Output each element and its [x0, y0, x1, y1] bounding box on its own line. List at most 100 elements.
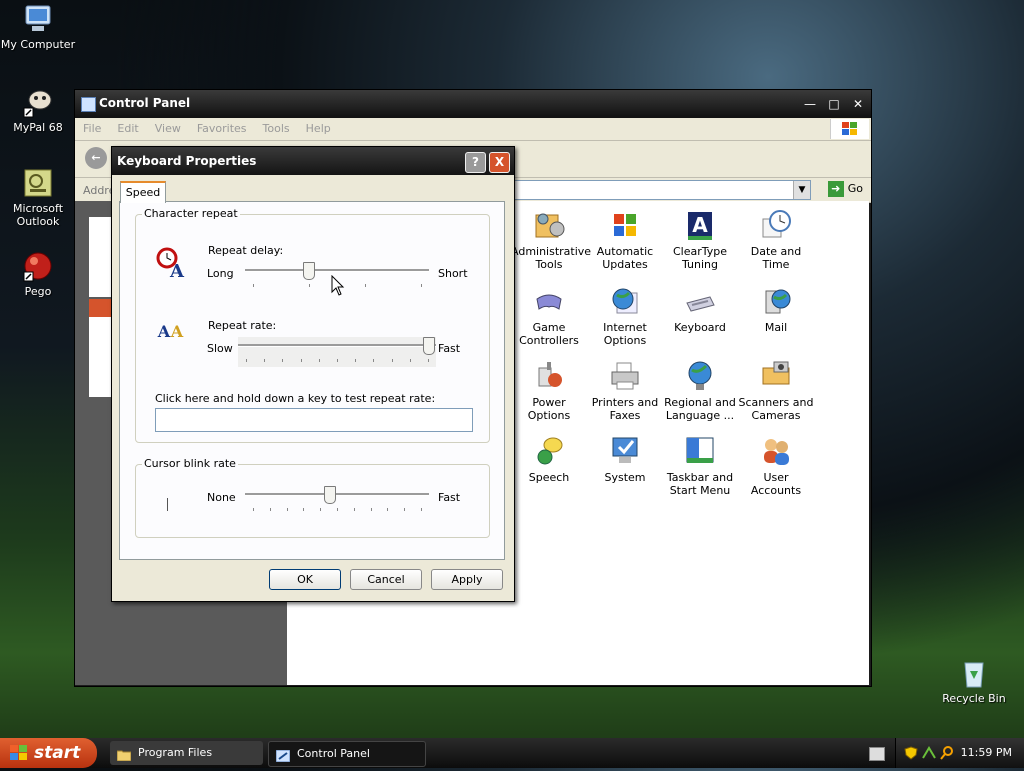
cursor-blink-slider[interactable]: [245, 486, 429, 516]
slider-tick: [355, 359, 357, 362]
svg-text:A: A: [170, 322, 184, 341]
menu-favorites[interactable]: Favorites: [189, 118, 255, 135]
menu-file[interactable]: File: [75, 118, 109, 135]
group-label: Cursor blink rate: [142, 457, 238, 470]
menu-tools[interactable]: Tools: [255, 118, 298, 135]
slider-tick: [282, 359, 284, 362]
svg-text:A: A: [169, 261, 185, 279]
cp-item-date-time[interactable]: Date and Time: [738, 209, 814, 271]
chevron-down-icon[interactable]: ▼: [793, 181, 810, 199]
dialog-title: Keyboard Properties: [117, 154, 257, 168]
cp-item-regional-language[interactable]: Regional and Language ...: [662, 360, 738, 422]
mypal-icon: [22, 86, 54, 118]
menu-view[interactable]: View: [147, 118, 189, 135]
cp-item-system[interactable]: System: [587, 435, 663, 484]
mail-icon: [760, 285, 792, 317]
slider-tick: [309, 284, 310, 287]
cp-item-printers-faxes[interactable]: Printers and Faxes: [587, 360, 663, 422]
cursor-blink-min-label: None: [207, 491, 236, 504]
cp-item-game-controllers[interactable]: Game Controllers: [511, 285, 587, 347]
desktop-icon-outlook[interactable]: Microsoft Outlook: [0, 167, 76, 228]
regional-globe-icon: [684, 360, 716, 392]
cp-item-automatic-updates[interactable]: Automatic Updates: [587, 209, 663, 271]
desktop-icon-recycle-bin[interactable]: Recycle Bin: [936, 657, 1012, 705]
control-panel-icon: [81, 97, 96, 112]
cp-item-label: Scanners and Cameras: [738, 396, 814, 422]
task-control-panel[interactable]: Control Panel: [268, 741, 426, 767]
repeat-rate-icon: AA: [155, 318, 189, 344]
automatic-updates-icon: [609, 209, 641, 241]
slider-tick: [286, 508, 288, 511]
control-panel-titlebar[interactable]: Control Panel — □ ✕: [75, 90, 871, 118]
repeat-delay-icon: A: [155, 245, 189, 282]
slider-tick: [337, 508, 338, 511]
menu-edit[interactable]: Edit: [109, 118, 146, 135]
close-icon[interactable]: ✕: [849, 96, 867, 112]
task-label: Program Files: [138, 746, 213, 759]
cancel-button[interactable]: Cancel: [350, 569, 422, 590]
cp-item-label: User Accounts: [750, 471, 802, 497]
menu-help[interactable]: Help: [298, 118, 339, 135]
cp-item-label: Automatic Updates: [596, 245, 654, 271]
cp-item-internet-options[interactable]: Internet Options: [587, 285, 663, 347]
ok-button[interactable]: OK: [269, 569, 341, 590]
repeat-delay-min-label: Long: [207, 267, 234, 280]
window-title: Control Panel: [99, 96, 191, 110]
network-icon[interactable]: [922, 746, 936, 760]
slider-track: [245, 493, 429, 496]
cp-item-label: System: [604, 471, 646, 484]
maximize-icon[interactable]: □: [825, 96, 843, 112]
slider-tick: [303, 508, 305, 511]
search-icon[interactable]: [940, 746, 954, 760]
slider-tick: [370, 508, 372, 511]
go-button[interactable]: ➜ Go: [827, 181, 863, 199]
cp-item-power-options[interactable]: Power Options: [511, 360, 587, 422]
test-repeat-label: Click here and hold down a key to test r…: [155, 392, 436, 405]
cp-item-administrative-tools[interactable]: Administrative Tools: [511, 209, 591, 271]
slider-thumb[interactable]: [303, 262, 316, 280]
start-button[interactable]: start: [0, 738, 97, 768]
slider-tick: [387, 508, 389, 511]
cp-item-user-accounts[interactable]: User Accounts: [738, 435, 814, 497]
slider-thumb[interactable]: [323, 486, 336, 504]
cp-item-mail[interactable]: Mail: [738, 285, 814, 334]
menu-bar: File Edit View Favorites Tools Help: [75, 118, 871, 141]
printer-icon: [609, 360, 641, 392]
slider-tick: [365, 284, 366, 287]
cp-item-label: Printers and Faxes: [591, 396, 659, 422]
administrative-tools-icon: [533, 209, 565, 241]
cp-item-keyboard[interactable]: Keyboard: [662, 285, 738, 334]
shield-icon[interactable]: [904, 746, 918, 760]
cp-item-speech[interactable]: Speech: [511, 435, 587, 484]
keyboard-tray-icon[interactable]: [869, 747, 885, 761]
minimize-icon[interactable]: —: [801, 96, 819, 112]
control-panel-icon: [275, 747, 291, 763]
slider-tick: [421, 284, 422, 287]
help-button[interactable]: ?: [465, 152, 486, 173]
cp-item-taskbar-start-menu[interactable]: Taskbar and Start Menu: [662, 435, 738, 497]
cp-item-cleartype[interactable]: A ClearType Tuning: [662, 209, 738, 271]
desktop-icon-my-computer[interactable]: My Computer: [0, 3, 76, 51]
back-button[interactable]: ←: [85, 147, 107, 169]
desktop-icon-label: Pego: [24, 285, 52, 298]
slider-thumb[interactable]: [423, 337, 435, 355]
tab-speed[interactable]: Speed: [120, 181, 166, 203]
dialog-close-button[interactable]: X: [489, 152, 510, 173]
cp-item-scanners-cameras[interactable]: Scanners and Cameras: [738, 360, 814, 422]
repeat-rate-slider[interactable]: [238, 337, 436, 367]
desktop-icon-mypal[interactable]: MyPal 68: [0, 86, 76, 134]
slider-tick: [264, 359, 266, 362]
cp-item-label: ClearType Tuning: [672, 245, 728, 271]
cp-item-label: Speech: [528, 471, 570, 484]
dialog-titlebar[interactable]: Keyboard Properties ? X: [112, 147, 514, 175]
task-label: Control Panel: [297, 747, 370, 760]
go-arrow-icon: ➜: [827, 181, 844, 197]
gamepad-icon: [533, 285, 565, 317]
apply-button[interactable]: Apply: [431, 569, 503, 590]
task-program-files[interactable]: Program Files: [110, 741, 263, 765]
pego-icon: [22, 250, 54, 282]
desktop-icon-pego[interactable]: Pego: [0, 250, 76, 298]
slider-tick: [300, 359, 302, 362]
test-repeat-input[interactable]: [155, 408, 473, 432]
slider-tick: [428, 359, 429, 362]
